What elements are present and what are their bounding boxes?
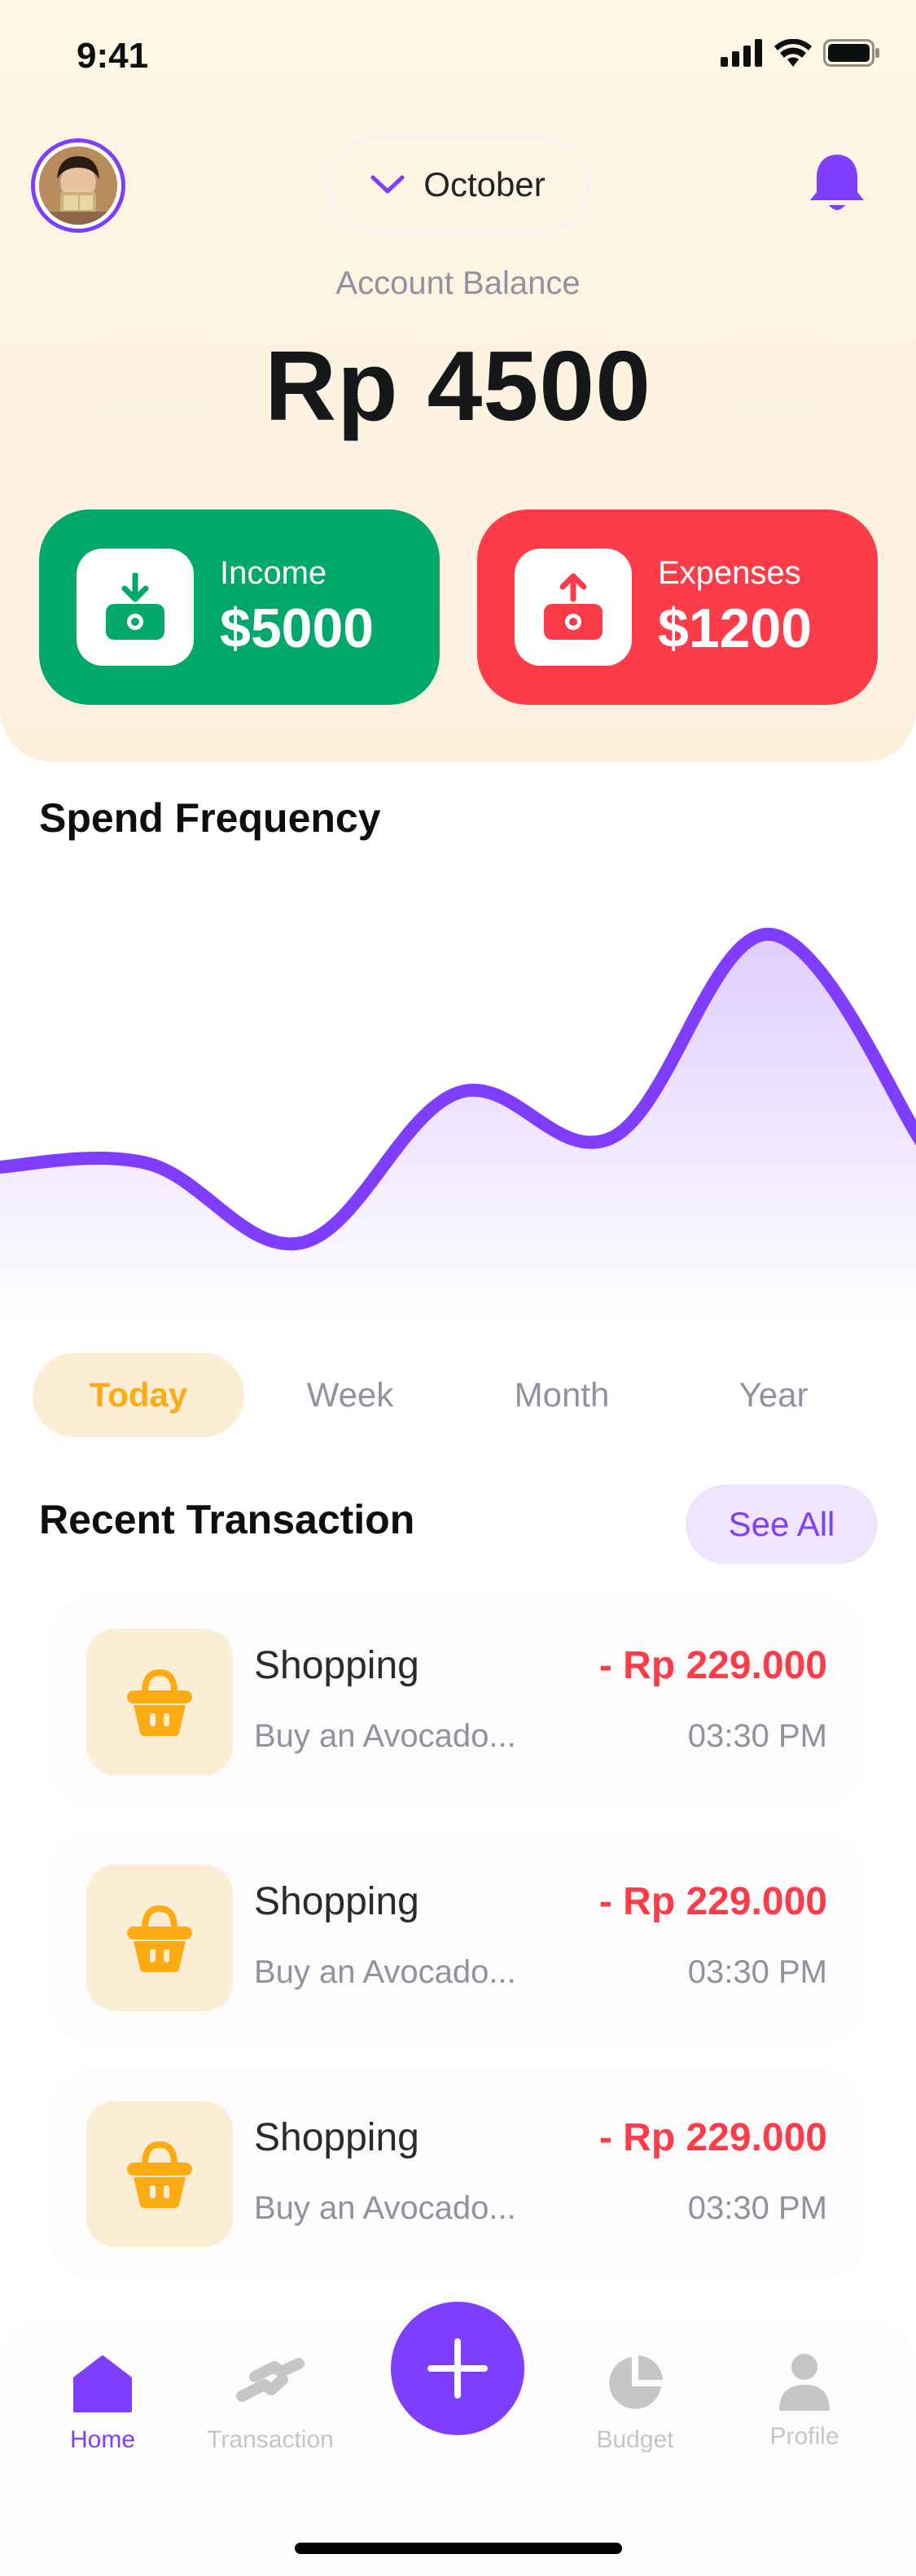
cellular-signal-icon [721, 39, 762, 67]
transaction-row[interactable]: Shopping Buy an Avocado... - Rp 229.000 … [47, 2067, 866, 2281]
battery-icon [823, 39, 879, 67]
transaction-row[interactable]: Shopping Buy an Avocado... - Rp 229.000 … [47, 1595, 866, 1808]
see-all-button[interactable]: See All [686, 1485, 878, 1564]
shopping-basket-icon [127, 1668, 192, 1736]
transaction-title: Shopping [254, 2116, 419, 2159]
nav-profile[interactable]: Profile [723, 2352, 886, 2451]
transaction-details: Shopping Buy an Avocado... - Rp 229.000 … [254, 2101, 827, 2247]
expense-icon-tile [515, 549, 632, 666]
home-indicator [295, 2543, 622, 2554]
transaction-row[interactable]: Shopping Buy an Avocado... - Rp 229.000 … [47, 1831, 866, 2045]
wifi-icon [774, 39, 812, 67]
transaction-amount: - Rp 229.000 [598, 1880, 827, 1923]
spend-frequency-title: Spend Frequency [39, 795, 381, 841]
transaction-time: 03:30 PM [687, 1954, 827, 1990]
period-tab-week[interactable]: Week [244, 1353, 456, 1437]
shopping-basket-icon [127, 1905, 192, 1972]
month-selector[interactable]: October [327, 137, 588, 233]
transaction-title: Shopping [254, 1880, 419, 1923]
expense-card[interactable]: Expenses $1200 [477, 510, 878, 705]
balance-label: Account Balance [335, 265, 581, 301]
nav-budget[interactable]: Budget [554, 2352, 717, 2454]
nav-profile-label: Profile [769, 2423, 839, 2450]
transaction-description: Buy an Avocado... [254, 1954, 516, 1990]
add-transaction-button[interactable] [384, 2295, 531, 2442]
notification-bell-icon[interactable] [806, 151, 868, 216]
transaction-title: Shopping [254, 1644, 419, 1687]
plus-icon [427, 2338, 488, 2399]
period-tab-today[interactable]: Today [33, 1353, 244, 1437]
income-card[interactable]: Income $5000 [39, 510, 440, 705]
chart-area-fill [0, 934, 916, 1327]
shopping-basket-icon [127, 2141, 192, 2208]
transaction-description: Buy an Avocado... [254, 2190, 516, 2226]
recent-transaction-title: Recent Transaction [39, 1497, 415, 1542]
period-tabs: Today Week Month Year [33, 1351, 879, 1439]
expense-wallet-icon [544, 573, 603, 640]
balance-value: Rp 4500 [265, 330, 651, 441]
status-time: 9:41 [77, 36, 149, 76]
income-icon-tile [77, 549, 194, 666]
profile-person-icon [779, 2354, 830, 2411]
avatar-photo [39, 147, 117, 225]
spend-frequency-chart [0, 927, 916, 1327]
transaction-amount: - Rp 229.000 [598, 1644, 827, 1687]
status-bar: 9:41 [0, 0, 916, 114]
chevron-down-icon [370, 175, 405, 194]
transaction-time: 03:30 PM [687, 1718, 827, 1754]
transaction-amount: - Rp 229.000 [598, 2116, 827, 2159]
income-amount: $5000 [220, 597, 375, 659]
transaction-details: Shopping Buy an Avocado... - Rp 229.000 … [254, 1865, 827, 2011]
month-label: October [423, 165, 546, 203]
period-tab-month[interactable]: Month [456, 1353, 668, 1437]
income-label: Income [220, 554, 327, 591]
transaction-category-icon [86, 1629, 233, 1775]
period-tab-year[interactable]: Year [668, 1353, 879, 1437]
transaction-category-icon [86, 1865, 233, 2011]
pie-chart-icon [609, 2355, 663, 2409]
expense-amount: $1200 [658, 597, 813, 659]
nav-budget-label: Budget [596, 2426, 674, 2453]
transaction-time: 03:30 PM [687, 2190, 827, 2226]
nav-home[interactable]: Home [21, 2352, 184, 2454]
transaction-description: Buy an Avocado... [254, 1718, 516, 1754]
nav-home-label: Home [69, 2426, 136, 2453]
expense-label: Expenses [658, 554, 801, 591]
transaction-arrows-icon [236, 2358, 305, 2402]
income-wallet-icon [106, 573, 164, 640]
nav-transaction-label: Transaction [207, 2426, 334, 2453]
nav-transaction[interactable]: Transaction [189, 2352, 352, 2454]
transaction-category-icon [86, 2101, 233, 2247]
avatar[interactable] [31, 138, 125, 233]
status-icons [721, 39, 880, 67]
transaction-details: Shopping Buy an Avocado... - Rp 229.000 … [254, 1629, 827, 1775]
home-icon [73, 2355, 132, 2412]
